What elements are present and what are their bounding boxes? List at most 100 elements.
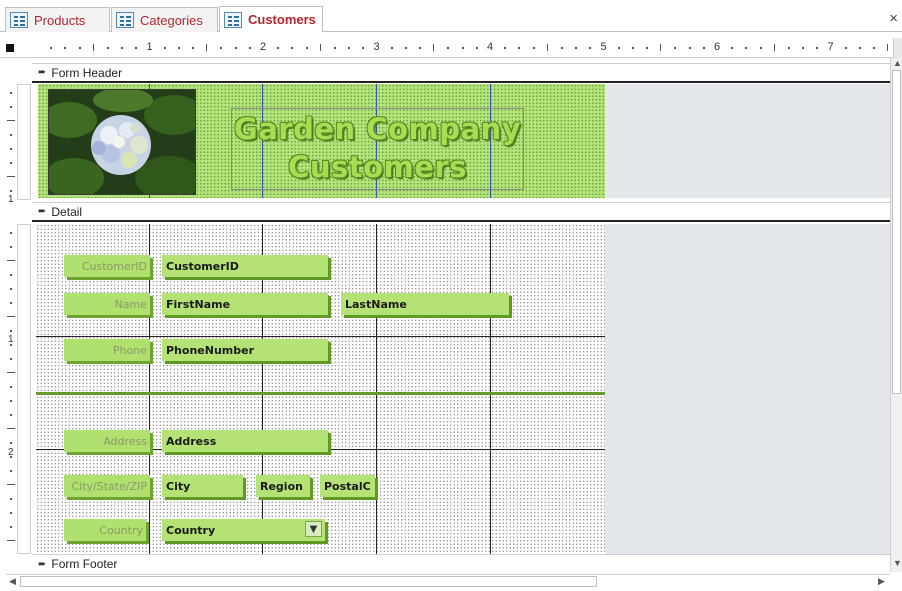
vertical-scroll-thumb[interactable] — [892, 70, 901, 394]
header-title-box[interactable]: Garden Company Customers — [231, 108, 524, 190]
ruler-dot — [362, 47, 365, 49]
country-label[interactable]: Country — [64, 519, 146, 541]
address-label-text: Address — [103, 434, 147, 448]
ruler-half-tick — [319, 44, 321, 51]
vruler-dot — [10, 512, 12, 514]
vruler-dot — [10, 330, 12, 332]
scroll-left-icon[interactable]: ◀ — [9, 576, 16, 587]
last-name-textbox[interactable]: LastName — [341, 293, 509, 315]
form-icon — [116, 12, 134, 28]
detail-grid-line — [36, 336, 605, 337]
detail-empty-canvas — [605, 224, 890, 554]
ruler-dot — [419, 47, 422, 49]
vruler-dot — [10, 246, 12, 248]
detail-section-selector[interactable] — [17, 224, 31, 554]
first-name-textbox[interactable]: FirstName — [162, 293, 328, 315]
ruler-dot — [802, 47, 805, 49]
ruler-dot — [135, 47, 138, 49]
ruler-dot — [646, 47, 649, 49]
city-state-zip-label[interactable]: City/State/ZIP — [64, 475, 150, 497]
hydrangea-image — [49, 90, 195, 194]
vruler-dot — [10, 162, 12, 164]
ruler-dot — [816, 47, 819, 49]
horizontal-ruler: 1 2 3 4 5 6 7 — [0, 38, 895, 58]
detail-section-bar[interactable]: ➨ Detail — [32, 202, 890, 222]
ruler-half-tick — [433, 44, 435, 51]
ruler-dot — [404, 47, 407, 49]
ruler-dot — [50, 47, 53, 49]
name-label[interactable]: Name — [64, 293, 150, 315]
header-section-selector[interactable] — [17, 84, 31, 200]
ruler-half-tick — [92, 44, 94, 51]
address-textbox[interactable]: Address — [162, 430, 328, 452]
customer-id-textbox-text: CustomerID — [166, 259, 239, 273]
ruler-dot — [617, 47, 620, 49]
ruler-dot — [220, 47, 223, 49]
ruler-dot — [844, 47, 847, 49]
form-header-label: Form Header — [51, 65, 123, 80]
chevron-down-icon[interactable]: ▼ — [305, 521, 322, 537]
vruler-dot — [10, 274, 12, 276]
ruler-dot — [121, 47, 124, 49]
ruler-dot — [163, 47, 166, 49]
ruler-dot — [291, 47, 294, 49]
last-name-textbox-text: LastName — [345, 297, 407, 311]
scroll-up-icon[interactable]: ▲ — [893, 58, 902, 68]
ruler-dot — [305, 47, 308, 49]
vruler-dot — [10, 344, 12, 346]
phone-number-textbox[interactable]: PhoneNumber — [162, 339, 328, 361]
tab-customers[interactable]: Customers — [219, 6, 323, 32]
ruler-dot — [461, 47, 464, 49]
ruler-dot — [858, 47, 861, 49]
form-selector-box[interactable] — [6, 44, 14, 52]
horizontal-scroll-thumb[interactable] — [20, 576, 597, 587]
ruler-dot — [575, 47, 578, 49]
vruler-dot — [10, 106, 12, 108]
ruler-dot — [688, 47, 691, 49]
vruler-number: 1 — [8, 194, 14, 205]
vruler-tick — [7, 428, 15, 429]
vruler-dot — [10, 386, 12, 388]
ruler-dot — [759, 47, 762, 49]
vertical-scrollbar[interactable]: ▲ ▼ — [890, 58, 902, 572]
title-line-2: Customers — [288, 150, 467, 184]
address-label[interactable]: Address — [64, 430, 150, 452]
tab-products[interactable]: Products — [5, 7, 110, 32]
form-footer-section-bar[interactable]: ➨ Form Footer — [32, 554, 890, 573]
ruler-number: 6 — [714, 41, 721, 53]
vruler-tick — [7, 372, 15, 373]
ruler-dot — [78, 47, 81, 49]
tab-categories[interactable]: Categories — [111, 7, 218, 32]
ruler-dot — [64, 47, 67, 49]
vruler-dot — [10, 498, 12, 500]
city-textbox[interactable]: City — [162, 475, 243, 497]
ruler-dot — [106, 47, 109, 49]
phone-label[interactable]: Phone — [64, 339, 150, 361]
ruler-dot — [192, 47, 195, 49]
vruler-dot — [10, 302, 12, 304]
ruler-half-tick — [773, 44, 775, 51]
form-icon — [224, 11, 242, 28]
address-textbox-text: Address — [166, 434, 217, 448]
scroll-right-icon[interactable]: ▶ — [878, 576, 885, 587]
detail-divider-line[interactable] — [36, 392, 605, 395]
vruler-dot — [10, 92, 12, 94]
postal-code-textbox[interactable]: PostalC — [320, 475, 375, 497]
section-arrow-icon: ➨ — [38, 67, 47, 78]
form-header-section-bar[interactable]: ➨ Form Header — [32, 63, 890, 83]
form-icon — [10, 12, 28, 28]
horizontal-scrollbar[interactable]: ◀ ▶ — [6, 574, 890, 588]
scroll-down-icon[interactable]: ▼ — [893, 558, 902, 568]
ruler-dot — [177, 47, 180, 49]
vruler-tick — [7, 540, 15, 541]
vruler-tick — [7, 176, 15, 177]
customer-id-textbox[interactable]: CustomerID — [162, 255, 328, 277]
close-icon[interactable]: × — [889, 10, 898, 27]
country-combobox[interactable]: Country ▼ — [162, 519, 325, 541]
vruler-dot — [10, 470, 12, 472]
customer-id-label[interactable]: CustomerID — [64, 255, 150, 277]
name-label-text: Name — [114, 297, 147, 311]
vruler-dot — [10, 148, 12, 150]
hydrangea-photo[interactable] — [48, 89, 196, 195]
region-textbox[interactable]: Region — [256, 475, 310, 497]
